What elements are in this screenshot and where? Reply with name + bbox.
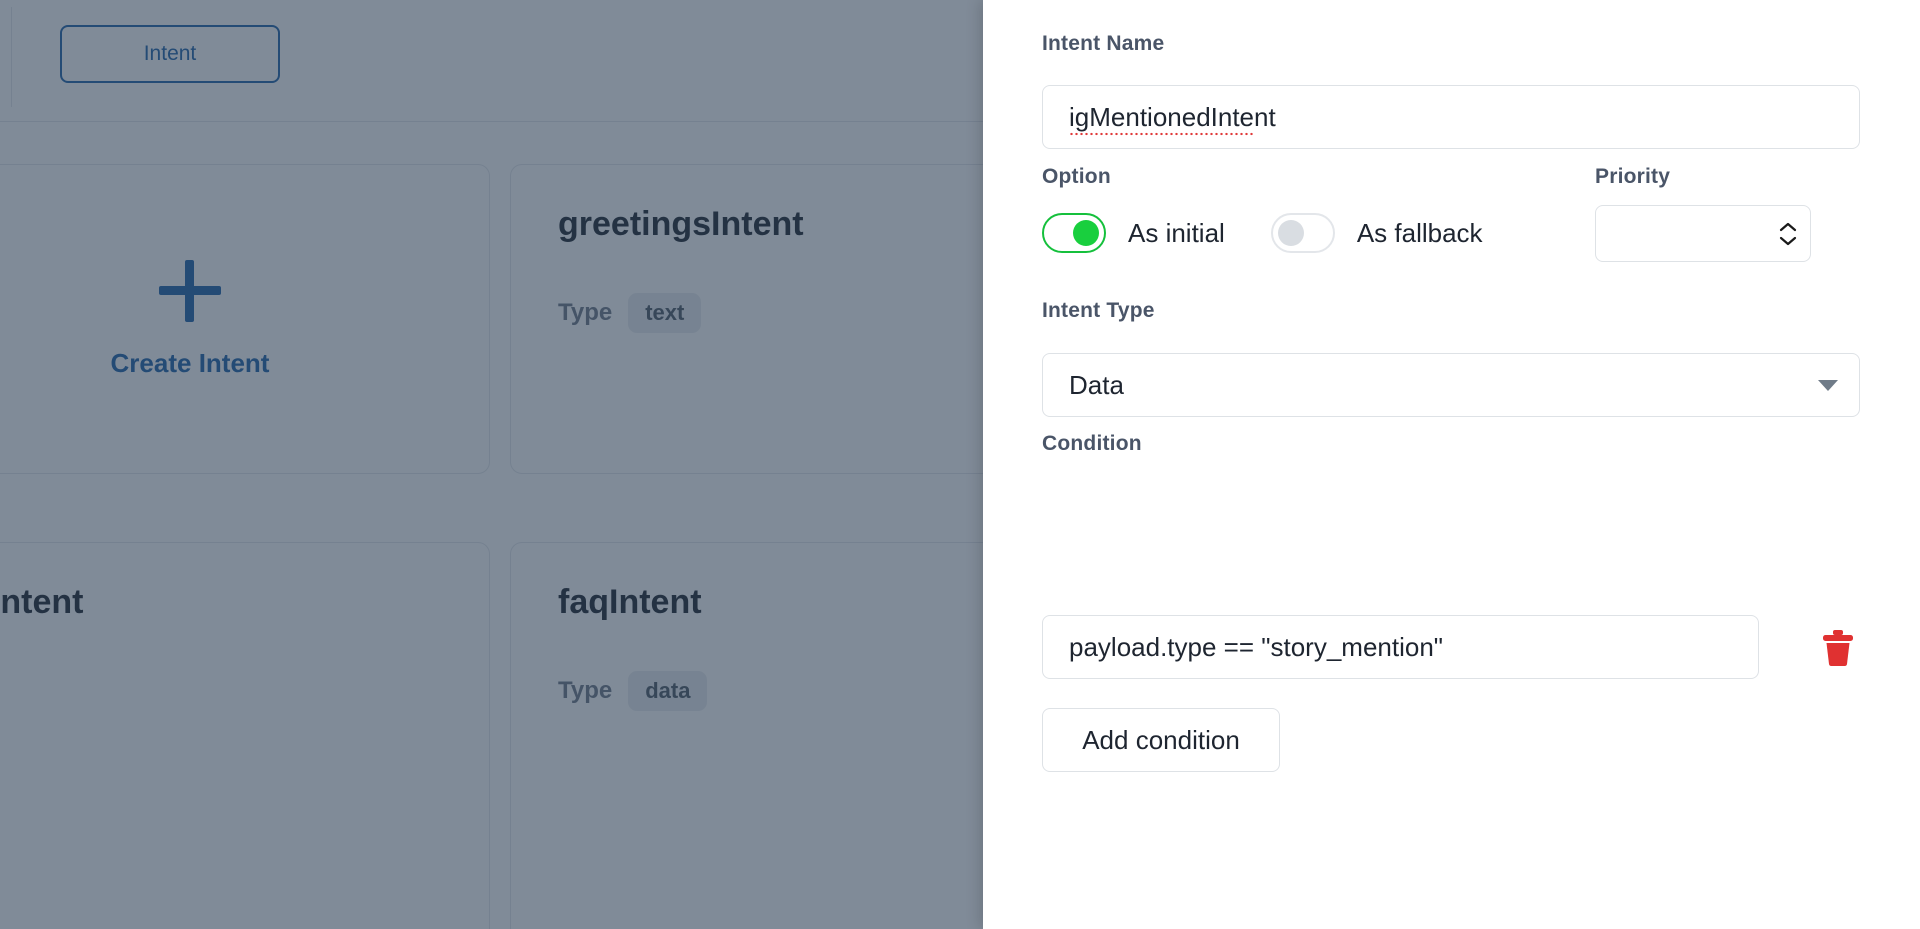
intent-card-type-row: Type data bbox=[558, 671, 708, 711]
type-label: Type bbox=[558, 299, 613, 326]
intent-cards-grid: Create Intent greetingsIntent Type text … bbox=[0, 122, 1110, 929]
priority-field-wrap bbox=[1595, 205, 1811, 262]
type-label: Type bbox=[558, 677, 613, 704]
toggle-as-fallback[interactable] bbox=[1270, 213, 1335, 253]
plus-icon bbox=[159, 259, 221, 322]
condition-input[interactable] bbox=[1042, 615, 1759, 679]
screen: Intent Create Intent greetingsIntent Typ… bbox=[0, 0, 1920, 929]
intent-type-select[interactable]: Data bbox=[1042, 353, 1860, 417]
priority-input[interactable] bbox=[1595, 205, 1811, 262]
intent-card-type-row: Type text bbox=[558, 293, 702, 333]
create-intent-card[interactable]: Create Intent bbox=[0, 164, 490, 474]
tab-bar-divider bbox=[0, 7, 12, 107]
create-intent-label: Create Intent bbox=[110, 347, 270, 378]
intent-card-title: greetingsIntent bbox=[558, 205, 804, 243]
condition-row bbox=[1042, 615, 1860, 679]
type-badge: text bbox=[628, 293, 702, 333]
tab-intent-label: Intent bbox=[143, 42, 197, 65]
toggle-knob bbox=[1073, 220, 1099, 246]
intent-card-title: faqIntent bbox=[558, 583, 702, 621]
delete-condition-button[interactable] bbox=[1817, 627, 1859, 669]
add-condition-button[interactable]: Add condition bbox=[1042, 708, 1280, 772]
intent-type-value: Data bbox=[1069, 369, 1124, 400]
intent-name-label: Intent Name bbox=[1042, 32, 1165, 55]
intent-card-title: oryIntent bbox=[0, 583, 84, 621]
intent-name-field-wrap bbox=[1042, 85, 1860, 149]
option-label: Option bbox=[1042, 165, 1111, 188]
intent-type-label: Intent Type bbox=[1042, 299, 1155, 322]
tab-intent[interactable]: Intent bbox=[60, 25, 280, 83]
option-toggle-row: As initial As fallback bbox=[1042, 213, 1483, 253]
tab-bar: Intent bbox=[0, 0, 983, 122]
intent-type-field-wrap: Data bbox=[1042, 353, 1860, 417]
trash-icon bbox=[1823, 630, 1853, 666]
intent-edit-drawer: Intent Name Option As initial As fallbac… bbox=[983, 0, 1920, 929]
priority-label: Priority bbox=[1595, 165, 1671, 188]
intent-name-input[interactable] bbox=[1042, 85, 1860, 149]
toggle-as-fallback-label: As fallback bbox=[1356, 217, 1483, 248]
intent-card-story[interactable]: oryIntent bbox=[0, 542, 490, 929]
condition-label: Condition bbox=[1042, 432, 1142, 455]
toggle-as-initial[interactable] bbox=[1042, 213, 1106, 253]
type-badge: data bbox=[628, 671, 708, 711]
toggle-as-initial-label: As initial bbox=[1128, 217, 1225, 248]
chevron-down-icon bbox=[1818, 380, 1838, 391]
toggle-knob bbox=[1277, 220, 1304, 246]
